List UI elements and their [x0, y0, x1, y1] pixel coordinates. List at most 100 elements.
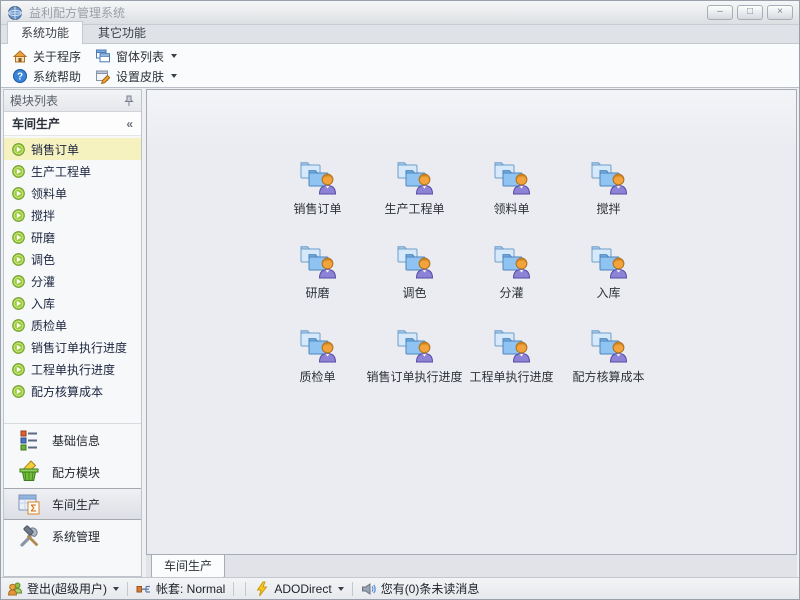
divider: [127, 582, 128, 596]
folder-user-icon: [298, 328, 338, 364]
folder-user-icon: [492, 160, 532, 196]
collapse-icon[interactable]: «: [126, 117, 133, 131]
sidebar-item-grinding[interactable]: 研磨: [4, 226, 141, 248]
green-arrow-icon: [12, 319, 25, 332]
skin-icon: [95, 68, 111, 84]
sidebar-item-tinting[interactable]: 调色: [4, 248, 141, 270]
sidebar-item-material-requisition[interactable]: 领料单: [4, 182, 141, 204]
folder-user-icon: [492, 328, 532, 364]
module-buttons: 基础信息 配方模块 车间生产 系统管理: [4, 423, 141, 552]
sidebar-item-warehousing[interactable]: 入库: [4, 292, 141, 314]
folder-user-icon: [589, 160, 629, 196]
minimize-button[interactable]: –: [707, 5, 733, 20]
user-icon: [7, 581, 23, 597]
sidebar-spacer: [4, 402, 141, 423]
sidebar-item-stirring[interactable]: 搅拌: [4, 204, 141, 226]
divider: [233, 582, 234, 596]
folder-user-icon: [395, 244, 435, 280]
folder-user-icon: [298, 160, 338, 196]
chevron-down-icon: [171, 54, 177, 58]
shortcut-tinting[interactable]: 调色: [366, 244, 463, 328]
sidebar-item-sales-order-progress[interactable]: 销售订单执行进度: [4, 336, 141, 358]
shortcut-work-order-progress[interactable]: 工程单执行进度: [463, 328, 560, 412]
app-icon: [7, 5, 23, 21]
green-arrow-icon: [12, 165, 25, 178]
shortcut-material-requisition[interactable]: 领料单: [463, 160, 560, 244]
sidebar-item-qc-sheet[interactable]: 质检单: [4, 314, 141, 336]
group-header-workshop: 车间生产 «: [4, 112, 141, 136]
chevron-down-icon: [171, 74, 177, 78]
connection-mode-button[interactable]: ADODirect: [254, 581, 343, 597]
folder-user-icon: [298, 244, 338, 280]
shortcut-warehousing[interactable]: 入库: [560, 244, 657, 328]
folder-user-icon: [589, 328, 629, 364]
green-arrow-icon: [12, 231, 25, 244]
set-skin-button[interactable]: 设置皮肤: [88, 67, 184, 86]
module-system-management[interactable]: 系统管理: [4, 520, 141, 552]
tools-icon: [17, 524, 41, 548]
folder-user-icon: [589, 244, 629, 280]
ribbon-toolbar: 关于程序 窗体列表 系统帮助 设置皮肤: [1, 44, 799, 88]
shortcut-grinding[interactable]: 研磨: [269, 244, 366, 328]
window-list-label: 窗体列表: [116, 48, 164, 65]
sidebar-item-sales-order[interactable]: 销售订单: [4, 138, 141, 160]
speaker-icon: [361, 581, 377, 597]
logout-button[interactable]: 登出(超级用户): [7, 580, 119, 597]
window-list-button[interactable]: 窗体列表: [88, 47, 184, 66]
folder-user-icon: [492, 244, 532, 280]
sidebar-item-production-order[interactable]: 生产工程单: [4, 160, 141, 182]
shortcut-qc-sheet[interactable]: 质检单: [269, 328, 366, 412]
folder-user-icon: [395, 328, 435, 364]
module-sidebar: 模块列表 车间生产 « 销售订单 生产工程单 领料单 搅拌 研磨 调色 分灌 入…: [3, 89, 142, 577]
green-arrow-icon: [12, 143, 25, 156]
window-list-icon: [95, 48, 111, 64]
module-basic-info[interactable]: 基础信息: [4, 424, 141, 456]
about-program-label: 关于程序: [33, 48, 81, 65]
ribbon-tab-row: 系统功能 其它功能: [1, 25, 799, 44]
shortcut-grid: 销售订单 生产工程单 领料单 搅拌 研磨 调色 分灌 入库 质检单 销售订单执行…: [147, 90, 796, 412]
green-arrow-icon: [12, 253, 25, 266]
shortcut-filling[interactable]: 分灌: [463, 244, 560, 328]
green-arrow-icon: [12, 187, 25, 200]
module-formula[interactable]: 配方模块: [4, 456, 141, 488]
green-arrow-icon: [12, 363, 25, 376]
tab-other-functions[interactable]: 其它功能: [85, 22, 159, 43]
bottom-tab-strip: 车间生产: [146, 555, 797, 577]
group-title: 车间生产: [12, 115, 60, 132]
window-title: 益利配方管理系统: [29, 4, 125, 21]
tab-system-functions[interactable]: 系统功能: [7, 21, 83, 44]
folder-user-icon: [395, 160, 435, 196]
system-help-button[interactable]: 系统帮助: [5, 67, 88, 86]
list-icon: [17, 428, 41, 452]
home-icon: [12, 48, 28, 64]
status-bar: 登出(超级用户) 帐套: Normal ADODirect 您有(0)条未读消息: [1, 577, 799, 599]
bottom-tab-workshop[interactable]: 车间生产: [151, 554, 225, 578]
shortcut-sales-order-progress[interactable]: 销售订单执行进度: [366, 328, 463, 412]
app-window: 益利配方管理系统 – □ × 系统功能 其它功能 关于程序 窗体列表: [0, 0, 800, 600]
unread-messages-status[interactable]: 您有(0)条未读消息: [361, 580, 480, 597]
module-workshop-production[interactable]: 车间生产: [4, 488, 141, 520]
help-icon: [12, 68, 28, 84]
window-controls: – □ ×: [707, 5, 793, 20]
sidebar-item-filling[interactable]: 分灌: [4, 270, 141, 292]
main-panel: 销售订单 生产工程单 领料单 搅拌 研磨 调色 分灌 入库 质检单 销售订单执行…: [146, 89, 797, 577]
sidebar-item-formula-cost[interactable]: 配方核算成本: [4, 380, 141, 402]
about-program-button[interactable]: 关于程序: [5, 47, 88, 66]
shortcut-sales-order[interactable]: 销售订单: [269, 160, 366, 244]
account-set-status[interactable]: 帐套: Normal: [136, 580, 225, 597]
module-list-title: 模块列表: [10, 92, 58, 109]
sidebar-item-work-order-progress[interactable]: 工程单执行进度: [4, 358, 141, 380]
divider: [245, 582, 246, 596]
lightning-icon: [254, 581, 270, 597]
system-help-label: 系统帮助: [33, 68, 81, 85]
close-button[interactable]: ×: [767, 5, 793, 20]
content-area: 模块列表 车间生产 « 销售订单 生产工程单 领料单 搅拌 研磨 调色 分灌 入…: [1, 88, 799, 577]
set-skin-label: 设置皮肤: [116, 68, 164, 85]
shortcut-formula-cost[interactable]: 配方核算成本: [560, 328, 657, 412]
maximize-button[interactable]: □: [737, 5, 763, 20]
link-icon: [136, 581, 152, 597]
shortcut-production-order[interactable]: 生产工程单: [366, 160, 463, 244]
shortcut-stirring[interactable]: 搅拌: [560, 160, 657, 244]
chevron-down-icon: [113, 587, 119, 591]
pin-icon[interactable]: [123, 95, 135, 107]
